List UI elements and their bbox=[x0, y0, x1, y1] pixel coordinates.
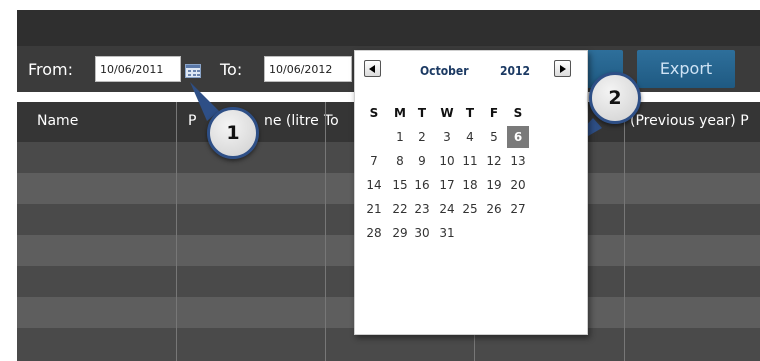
datepicker-month[interactable]: October bbox=[420, 64, 469, 78]
calendar-day[interactable]: 4 bbox=[459, 126, 481, 148]
calendar-day[interactable]: 18 bbox=[459, 174, 481, 196]
calendar-day[interactable]: 1 bbox=[389, 126, 411, 148]
calendar-day[interactable]: 16 bbox=[411, 174, 433, 196]
calendar-day[interactable]: 27 bbox=[507, 198, 529, 220]
calendar-day[interactable]: 23 bbox=[411, 198, 433, 220]
callout-1: 1 bbox=[207, 107, 259, 159]
weekday-header: W bbox=[440, 106, 454, 120]
weekday-header: S bbox=[369, 106, 379, 120]
weekday-header: F bbox=[489, 106, 499, 120]
calendar-day[interactable]: 15 bbox=[389, 174, 411, 196]
calendar-day[interactable]: 31 bbox=[436, 222, 458, 244]
calendar-day[interactable]: 5 bbox=[483, 126, 505, 148]
calendar-day[interactable]: 25 bbox=[459, 198, 481, 220]
calendar-day[interactable]: 24 bbox=[436, 198, 458, 220]
calendar-day[interactable]: 8 bbox=[389, 150, 411, 172]
selected-day[interactable]: 6 bbox=[507, 126, 529, 148]
calendar-day[interactable]: 9 bbox=[411, 150, 433, 172]
calendar-day[interactable]: 11 bbox=[459, 150, 481, 172]
calendar-day[interactable]: 13 bbox=[507, 150, 529, 172]
calendar-day[interactable]: 3 bbox=[436, 126, 458, 148]
calendar-day[interactable]: 14 bbox=[363, 174, 385, 196]
calendar-day[interactable]: 21 bbox=[363, 198, 385, 220]
calendar-day[interactable]: 22 bbox=[389, 198, 411, 220]
calendar-day[interactable]: 30 bbox=[411, 222, 433, 244]
next-month-icon[interactable] bbox=[554, 60, 571, 77]
calendar-day[interactable]: 20 bbox=[507, 174, 529, 196]
calendar-day[interactable]: 19 bbox=[483, 174, 505, 196]
calendar-day[interactable]: 26 bbox=[483, 198, 505, 220]
prev-month-icon[interactable] bbox=[364, 60, 381, 77]
calendar-day[interactable]: 10 bbox=[436, 150, 458, 172]
weekday-header: M bbox=[394, 106, 406, 120]
datepicker-popup: October 2012 S M T W T F S 1 2 3 4 5 6 7 8 9 10 11 12 13 14 1… bbox=[354, 50, 588, 335]
callout-2: 2 bbox=[589, 72, 641, 124]
calendar-day[interactable]: 7 bbox=[363, 150, 385, 172]
datepicker-year[interactable]: 2012 bbox=[500, 64, 530, 78]
report-screen: From: 10/06/2011 To: 10/06/2012 Export N… bbox=[0, 0, 760, 361]
weekday-header: T bbox=[465, 106, 475, 120]
calendar-day[interactable]: 28 bbox=[363, 222, 385, 244]
calendar-day[interactable]: 12 bbox=[483, 150, 505, 172]
calendar-day[interactable]: 29 bbox=[389, 222, 411, 244]
weekday-header: T bbox=[417, 106, 427, 120]
weekday-header: S bbox=[513, 106, 523, 120]
calendar-day[interactable]: 17 bbox=[436, 174, 458, 196]
calendar-day[interactable]: 2 bbox=[411, 126, 433, 148]
